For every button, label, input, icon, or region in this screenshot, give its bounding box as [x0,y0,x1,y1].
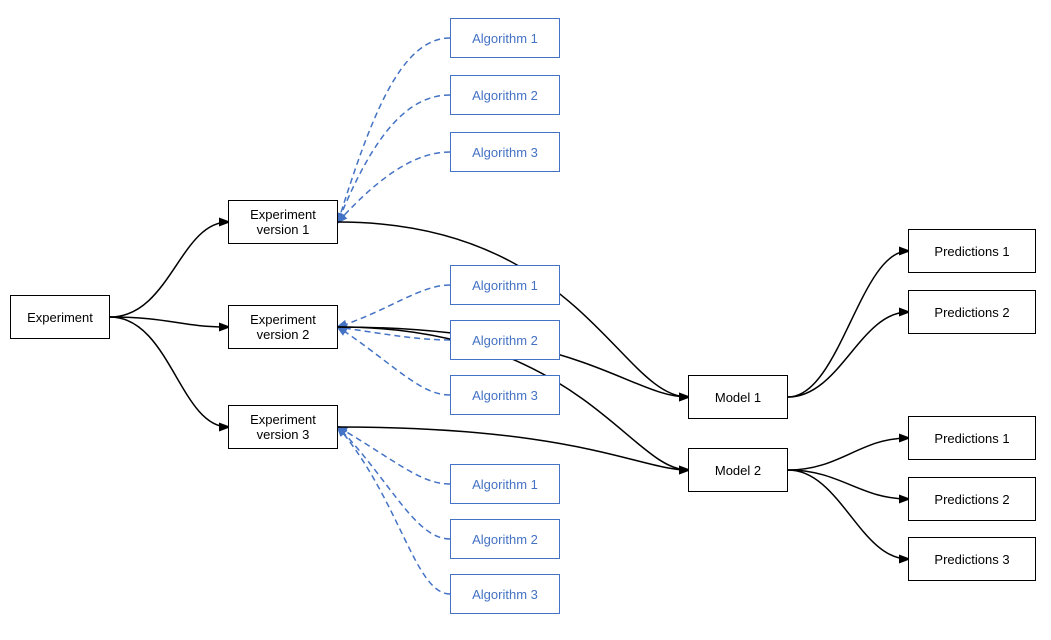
alg1-g2-node: Algorithm 1 [450,265,560,305]
experiment-node: Experiment [10,295,110,339]
alg3-g1-node: Algorithm 3 [450,132,560,172]
exp-v1-node: Experimentversion 1 [228,200,338,244]
alg2-g3-node: Algorithm 2 [450,519,560,559]
alg2-g2-node: Algorithm 2 [450,320,560,360]
alg1-g3-node: Algorithm 1 [450,464,560,504]
model1-node: Model 1 [688,375,788,419]
pred1-m2-node: Predictions 1 [908,416,1036,460]
pred1-m1-node: Predictions 1 [908,229,1036,273]
alg2-g1-node: Algorithm 2 [450,75,560,115]
alg3-g2-node: Algorithm 3 [450,375,560,415]
alg3-g3-node: Algorithm 3 [450,574,560,614]
alg1-g1-node: Algorithm 1 [450,18,560,58]
pred2-m2-node: Predictions 2 [908,477,1036,521]
pred2-m1-node: Predictions 2 [908,290,1036,334]
pred3-m2-node: Predictions 3 [908,537,1036,581]
exp-v3-node: Experimentversion 3 [228,405,338,449]
model2-node: Model 2 [688,448,788,492]
exp-v2-node: Experimentversion 2 [228,305,338,349]
